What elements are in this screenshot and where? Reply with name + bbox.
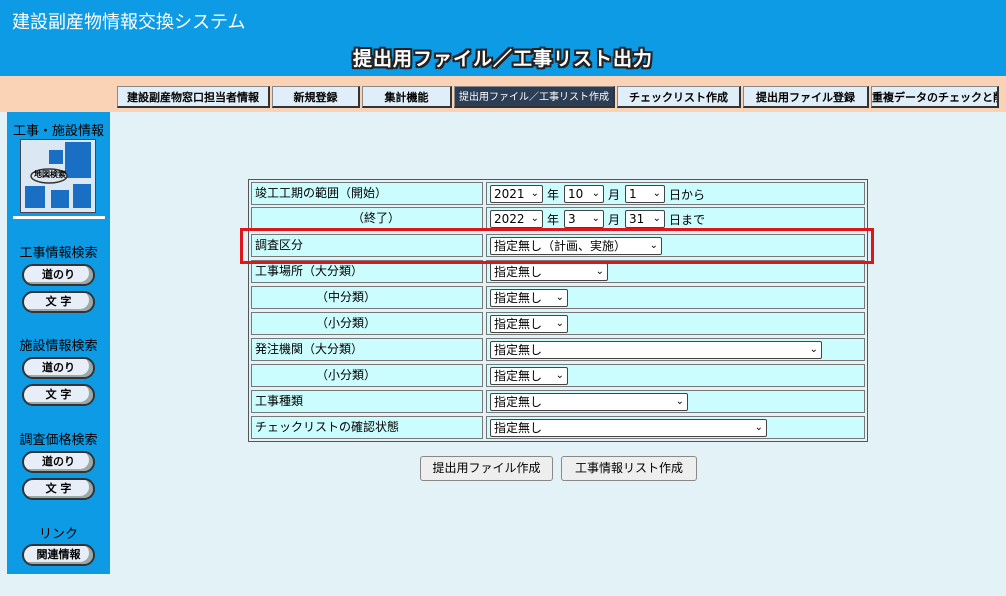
page-title: 提出用ファイル／工事リスト出力 [352,48,653,70]
chevron-down-icon: ⌄ [555,292,564,303]
chevron-down-icon: ⌄ [555,318,564,329]
form-row-site-middle: （中分類） 指定無し ⌄ [251,286,865,309]
tab-submission-file-list[interactable]: 提出用ファイル／工事リスト作成 [454,86,615,108]
map-search-label: 地図検索 [34,170,66,179]
start-month-select[interactable]: 10 ⌄ [564,185,604,203]
tab-aggregation[interactable]: 集計機能 [362,86,452,108]
construction-text-button[interactable]: 文 字 [22,291,95,313]
end-year-select[interactable]: 2022 ⌄ [490,210,543,228]
tab-duplicate-check[interactable]: 重複データのチェックと削除 [871,86,999,108]
form-row-checklist-status: チェックリストの確認状態 指定無し ⌄ [251,416,865,439]
orderer-major-select[interactable]: 指定無し ⌄ [490,341,822,359]
orderer-major-label: 発注機関（大分類） [251,338,483,361]
checklist-status-label: チェックリストの確認状態 [251,416,483,439]
highlight-box [240,228,874,264]
create-work-list-button[interactable]: 工事情報リスト作成 [561,456,697,481]
completion-start-label: 竣工工期の範囲（開始） [251,182,483,205]
site-middle-select[interactable]: 指定無し ⌄ [490,289,568,307]
section-construction-facility: 工事・施設情報 [12,124,104,139]
tab-file-registration[interactable]: 提出用ファイル登録 [743,86,869,108]
start-year-select[interactable]: 2021 ⌄ [490,185,543,203]
site-major-select[interactable]: 指定無し ⌄ [490,263,608,281]
chevron-down-icon: ⌄ [652,213,661,224]
link-label: リンク [38,527,78,542]
header-bar: 建設副産物情報交換システム 提出用ファイル／工事リスト出力 [0,0,1006,76]
completion-end-label: （終了） [251,207,483,230]
checklist-status-select[interactable]: 指定無し ⌄ [490,419,767,437]
form-row-site-minor: （小分類） 指定無し ⌄ [251,312,865,335]
orderer-minor-label: （小分類） [251,364,483,387]
chevron-down-icon: ⌄ [591,213,600,224]
chevron-down-icon: ⌄ [754,422,763,433]
sidebar-divider [13,216,105,219]
work-type-label: 工事種類 [251,390,483,413]
form-row-orderer-minor: （小分類） 指定無し ⌄ [251,364,865,387]
chevron-down-icon: ⌄ [555,370,564,381]
create-submission-file-button[interactable]: 提出用ファイル作成 [420,456,553,481]
chevron-down-icon: ⌄ [530,213,539,224]
form-row-completion-end: （終了） 2022 ⌄ 年 3 ⌄ 月 31 ⌄ 日まで [251,207,865,230]
map-search-button[interactable]: 地図検索 [20,139,96,213]
sidebar: 工事・施設情報 地図検索 工事情報検索 道のり 文 字 施設情報検索 道のり 文… [7,112,110,574]
tab-contact-info[interactable]: 建設副産物窓口担当者情報 [117,86,270,108]
construction-route-button[interactable]: 道のり [22,264,95,286]
end-month-select[interactable]: 3 ⌄ [564,210,604,228]
site-minor-label: （小分類） [251,312,483,335]
chevron-down-icon: ⌄ [595,266,604,277]
chevron-down-icon: ⌄ [652,188,661,199]
work-type-select[interactable]: 指定無し ⌄ [490,393,688,411]
construction-search-label: 工事情報検索 [19,246,98,261]
price-search-label: 調査価格検索 [19,433,98,448]
site-middle-label: （中分類） [251,286,483,309]
app-title: 建設副産物情報交換システム [12,12,246,33]
chevron-down-icon: ⌄ [675,396,684,407]
orderer-minor-select[interactable]: 指定無し ⌄ [490,367,568,385]
start-day-select[interactable]: 1 ⌄ [625,185,665,203]
form-row-orderer-major: 発注機関（大分類） 指定無し ⌄ [251,338,865,361]
facility-route-button[interactable]: 道のり [22,357,95,379]
search-form-table: 竣工工期の範囲（開始） 2021 ⌄ 年 10 ⌄ 月 1 ⌄ 日から （終了） 20… [248,179,868,442]
price-text-button[interactable]: 文 字 [22,478,95,500]
form-row-work-type: 工事種類 指定無し ⌄ [251,390,865,413]
form-row-completion-start: 竣工工期の範囲（開始） 2021 ⌄ 年 10 ⌄ 月 1 ⌄ 日から [251,182,865,205]
chevron-down-icon: ⌄ [809,344,818,355]
end-day-select[interactable]: 31 ⌄ [625,210,665,228]
tab-new-registration[interactable]: 新規登録 [272,86,360,108]
price-route-button[interactable]: 道のり [22,451,95,473]
facility-search-label: 施設情報検索 [19,339,98,354]
tab-checklist[interactable]: チェックリスト作成 [617,86,741,108]
related-info-button[interactable]: 関連情報 [22,544,95,566]
facility-text-button[interactable]: 文 字 [22,384,95,406]
site-minor-select[interactable]: 指定無し ⌄ [490,315,568,333]
chevron-down-icon: ⌄ [591,188,600,199]
tab-bar: 建設副産物窓口担当者情報 新規登録 集計機能 提出用ファイル／工事リスト作成 チ… [0,76,1006,112]
chevron-down-icon: ⌄ [530,188,539,199]
